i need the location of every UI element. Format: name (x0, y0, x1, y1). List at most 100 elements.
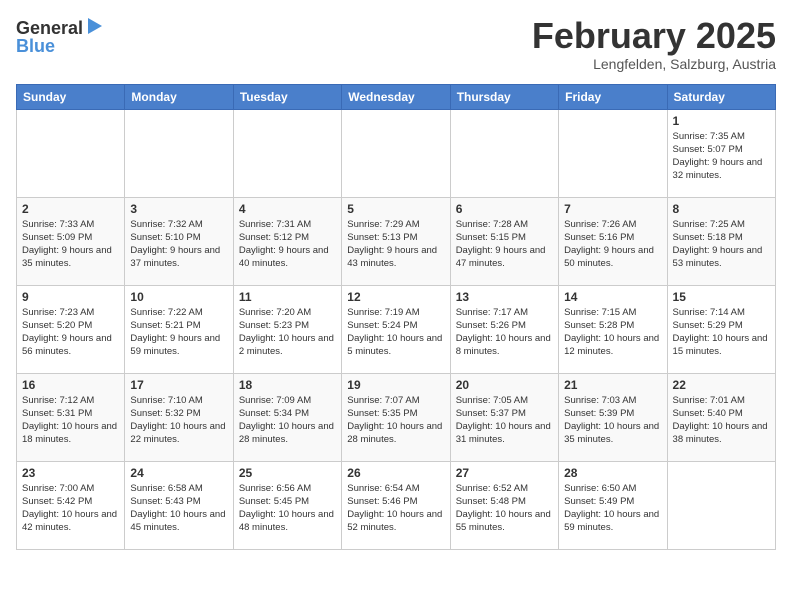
calendar-week-5: 23 Sunrise: 7:00 AM Sunset: 5:42 PM Dayli… (17, 461, 776, 549)
day-info: Sunrise: 7:22 AM Sunset: 5:21 PM Dayligh… (130, 306, 227, 359)
day-number: 12 (347, 290, 444, 304)
day-number: 8 (673, 202, 770, 216)
day-number: 28 (564, 466, 661, 480)
calendar-week-4: 16 Sunrise: 7:12 AM Sunset: 5:31 PM Dayli… (17, 373, 776, 461)
day-info: Sunrise: 6:52 AM Sunset: 5:48 PM Dayligh… (456, 482, 553, 535)
calendar-cell: 27 Sunrise: 6:52 AM Sunset: 5:48 PM Dayli… (450, 461, 558, 549)
day-info: Sunrise: 7:32 AM Sunset: 5:10 PM Dayligh… (130, 218, 227, 271)
day-info: Sunrise: 7:09 AM Sunset: 5:34 PM Dayligh… (239, 394, 336, 447)
day-number: 11 (239, 290, 336, 304)
calendar-cell: 8 Sunrise: 7:25 AM Sunset: 5:18 PM Daylig… (667, 197, 775, 285)
calendar-cell: 13 Sunrise: 7:17 AM Sunset: 5:26 PM Dayli… (450, 285, 558, 373)
calendar-header-row: SundayMondayTuesdayWednesdayThursdayFrid… (17, 84, 776, 109)
col-header-tuesday: Tuesday (233, 84, 341, 109)
col-header-saturday: Saturday (667, 84, 775, 109)
day-info: Sunrise: 7:15 AM Sunset: 5:28 PM Dayligh… (564, 306, 661, 359)
day-number: 22 (673, 378, 770, 392)
day-info: Sunrise: 7:28 AM Sunset: 5:15 PM Dayligh… (456, 218, 553, 271)
day-info: Sunrise: 7:26 AM Sunset: 5:16 PM Dayligh… (564, 218, 661, 271)
svg-text:Blue: Blue (16, 36, 55, 56)
calendar-cell: 12 Sunrise: 7:19 AM Sunset: 5:24 PM Dayli… (342, 285, 450, 373)
calendar-week-2: 2Sunrise: 7:33 AM Sunset: 5:09 PM Daylig… (17, 197, 776, 285)
col-header-friday: Friday (559, 84, 667, 109)
calendar-cell: 22 Sunrise: 7:01 AM Sunset: 5:40 PM Dayli… (667, 373, 775, 461)
day-info: Sunrise: 7:19 AM Sunset: 5:24 PM Dayligh… (347, 306, 444, 359)
day-number: 15 (673, 290, 770, 304)
calendar-cell: 19 Sunrise: 7:07 AM Sunset: 5:35 PM Dayli… (342, 373, 450, 461)
day-number: 17 (130, 378, 227, 392)
logo: GeneralBlue (16, 16, 106, 58)
day-number: 16 (22, 378, 119, 392)
calendar-cell (342, 109, 450, 197)
day-info: Sunrise: 7:01 AM Sunset: 5:40 PM Dayligh… (673, 394, 770, 447)
calendar-cell: 17 Sunrise: 7:10 AM Sunset: 5:32 PM Dayli… (125, 373, 233, 461)
calendar-cell (667, 461, 775, 549)
calendar-cell: 23 Sunrise: 7:00 AM Sunset: 5:42 PM Dayli… (17, 461, 125, 549)
day-number: 1 (673, 114, 770, 128)
day-info: Sunrise: 7:03 AM Sunset: 5:39 PM Dayligh… (564, 394, 661, 447)
day-info: Sunrise: 7:12 AM Sunset: 5:31 PM Dayligh… (22, 394, 119, 447)
title-block: February 2025 Lengfelden, Salzburg, Aust… (532, 16, 776, 72)
calendar-cell: 18Sunrise: 7:09 AM Sunset: 5:34 PM Dayli… (233, 373, 341, 461)
calendar-cell: 10 Sunrise: 7:22 AM Sunset: 5:21 PM Dayli… (125, 285, 233, 373)
calendar-cell (559, 109, 667, 197)
day-number: 27 (456, 466, 553, 480)
calendar-cell: 7 Sunrise: 7:26 AM Sunset: 5:16 PM Daylig… (559, 197, 667, 285)
calendar-table: SundayMondayTuesdayWednesdayThursdayFrid… (16, 84, 776, 550)
calendar-week-3: 9Sunrise: 7:23 AM Sunset: 5:20 PM Daylig… (17, 285, 776, 373)
calendar-cell: 2Sunrise: 7:33 AM Sunset: 5:09 PM Daylig… (17, 197, 125, 285)
day-info: Sunrise: 7:14 AM Sunset: 5:29 PM Dayligh… (673, 306, 770, 359)
day-number: 13 (456, 290, 553, 304)
day-number: 24 (130, 466, 227, 480)
day-info: Sunrise: 7:05 AM Sunset: 5:37 PM Dayligh… (456, 394, 553, 447)
col-header-thursday: Thursday (450, 84, 558, 109)
day-number: 4 (239, 202, 336, 216)
calendar-cell (125, 109, 233, 197)
logo-svg: GeneralBlue (16, 16, 106, 58)
day-number: 9 (22, 290, 119, 304)
day-info: Sunrise: 7:29 AM Sunset: 5:13 PM Dayligh… (347, 218, 444, 271)
calendar-cell (450, 109, 558, 197)
calendar-cell: 25 Sunrise: 6:56 AM Sunset: 5:45 PM Dayli… (233, 461, 341, 549)
day-number: 3 (130, 202, 227, 216)
day-info: Sunrise: 6:54 AM Sunset: 5:46 PM Dayligh… (347, 482, 444, 535)
day-info: Sunrise: 7:10 AM Sunset: 5:32 PM Dayligh… (130, 394, 227, 447)
calendar-cell: 28Sunrise: 6:50 AM Sunset: 5:49 PM Dayli… (559, 461, 667, 549)
month-title: February 2025 (532, 16, 776, 56)
calendar-cell: 26Sunrise: 6:54 AM Sunset: 5:46 PM Dayli… (342, 461, 450, 549)
calendar-cell: 20 Sunrise: 7:05 AM Sunset: 5:37 PM Dayli… (450, 373, 558, 461)
day-number: 21 (564, 378, 661, 392)
day-number: 10 (130, 290, 227, 304)
day-number: 14 (564, 290, 661, 304)
day-number: 25 (239, 466, 336, 480)
col-header-monday: Monday (125, 84, 233, 109)
day-number: 2 (22, 202, 119, 216)
calendar-cell: 15 Sunrise: 7:14 AM Sunset: 5:29 PM Dayli… (667, 285, 775, 373)
day-number: 7 (564, 202, 661, 216)
day-info: Sunrise: 7:07 AM Sunset: 5:35 PM Dayligh… (347, 394, 444, 447)
calendar-cell: 9Sunrise: 7:23 AM Sunset: 5:20 PM Daylig… (17, 285, 125, 373)
calendar-cell: 5Sunrise: 7:29 AM Sunset: 5:13 PM Daylig… (342, 197, 450, 285)
calendar-cell: 4 Sunrise: 7:31 AM Sunset: 5:12 PM Daylig… (233, 197, 341, 285)
day-number: 19 (347, 378, 444, 392)
day-info: Sunrise: 7:25 AM Sunset: 5:18 PM Dayligh… (673, 218, 770, 271)
calendar-week-1: 1Sunrise: 7:35 AM Sunset: 5:07 PM Daylig… (17, 109, 776, 197)
day-number: 20 (456, 378, 553, 392)
svg-text:General: General (16, 18, 83, 38)
page-header: GeneralBlue February 2025 Lengfelden, Sa… (16, 16, 776, 72)
col-header-sunday: Sunday (17, 84, 125, 109)
day-number: 23 (22, 466, 119, 480)
day-number: 6 (456, 202, 553, 216)
calendar-cell: 21 Sunrise: 7:03 AM Sunset: 5:39 PM Dayli… (559, 373, 667, 461)
day-info: Sunrise: 7:31 AM Sunset: 5:12 PM Dayligh… (239, 218, 336, 271)
calendar-cell: 24Sunrise: 6:58 AM Sunset: 5:43 PM Dayli… (125, 461, 233, 549)
col-header-wednesday: Wednesday (342, 84, 450, 109)
location: Lengfelden, Salzburg, Austria (532, 56, 776, 72)
day-info: Sunrise: 7:17 AM Sunset: 5:26 PM Dayligh… (456, 306, 553, 359)
day-info: Sunrise: 6:56 AM Sunset: 5:45 PM Dayligh… (239, 482, 336, 535)
calendar-cell: 11Sunrise: 7:20 AM Sunset: 5:23 PM Dayli… (233, 285, 341, 373)
calendar-cell: 1Sunrise: 7:35 AM Sunset: 5:07 PM Daylig… (667, 109, 775, 197)
calendar-cell (233, 109, 341, 197)
calendar-cell: 3 Sunrise: 7:32 AM Sunset: 5:10 PM Daylig… (125, 197, 233, 285)
day-info: Sunrise: 7:00 AM Sunset: 5:42 PM Dayligh… (22, 482, 119, 535)
